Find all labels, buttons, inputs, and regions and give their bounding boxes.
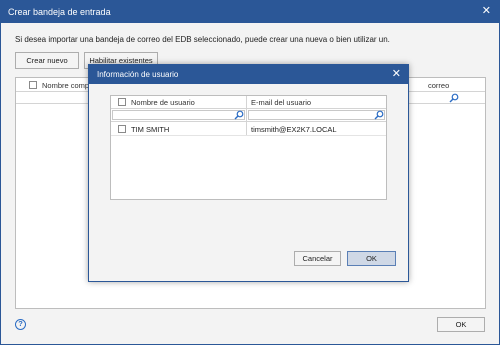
search-icon[interactable] bbox=[374, 110, 384, 120]
row-checkbox[interactable] bbox=[118, 125, 126, 133]
search-icon[interactable] bbox=[234, 110, 244, 120]
window-title: Crear bandeja de entrada bbox=[8, 7, 111, 17]
cancel-button[interactable]: Cancelar bbox=[294, 251, 341, 266]
search-icon[interactable] bbox=[449, 93, 459, 103]
user-email-cell: timsmith@EX2K7.LOCAL bbox=[251, 125, 337, 134]
select-all-checkbox[interactable] bbox=[29, 81, 37, 89]
column-header-user-name[interactable]: Nombre de usuario bbox=[131, 98, 195, 107]
user-name-cell: TIM SMITH bbox=[131, 125, 170, 134]
help-icon[interactable]: ? bbox=[15, 319, 26, 330]
window-title-bar: Crear bandeja de entrada bbox=[1, 1, 499, 23]
dialog-title: Información de usuario bbox=[97, 70, 179, 79]
user-name-filter-input[interactable] bbox=[112, 110, 245, 120]
user-info-dialog: Información de usuario ✕ Nombre de usuar… bbox=[88, 64, 409, 282]
intro-text: Si desea importar una bandeja de correo … bbox=[15, 35, 390, 44]
select-all-users-checkbox[interactable] bbox=[118, 98, 126, 106]
user-grid: Nombre de usuario E-mail del usuario TIM… bbox=[110, 95, 387, 200]
table-row[interactable]: TIM SMITH timsmith@EX2K7.LOCAL bbox=[111, 122, 386, 136]
dialog-ok-button[interactable]: OK bbox=[347, 251, 396, 266]
ok-button[interactable]: OK bbox=[437, 317, 485, 332]
user-email-filter-input[interactable] bbox=[248, 110, 385, 120]
user-grid-filter-row bbox=[111, 109, 386, 122]
dialog-title-bar: Información de usuario bbox=[89, 65, 408, 84]
dialog-close-icon[interactable]: ✕ bbox=[392, 67, 401, 81]
create-new-button[interactable]: Crear nuevo bbox=[15, 52, 79, 69]
column-header-email[interactable]: correo bbox=[428, 81, 449, 90]
user-grid-header: Nombre de usuario E-mail del usuario bbox=[111, 96, 386, 109]
column-header-full-name[interactable]: Nombre comple bbox=[42, 81, 95, 90]
window-close-icon[interactable]: ✕ bbox=[482, 4, 491, 18]
column-header-user-email[interactable]: E-mail del usuario bbox=[251, 98, 311, 107]
